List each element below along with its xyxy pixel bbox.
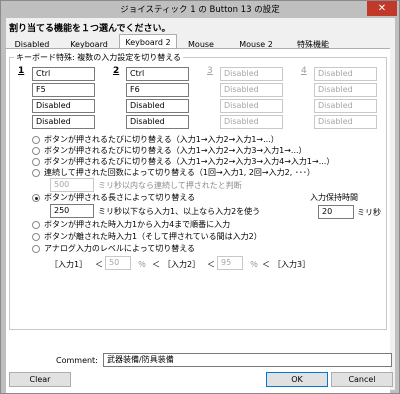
title-bar[interactable]: ジョイスティック 1 の Button 13 の設定 ✕: [1, 1, 399, 17]
analog-threshold-2-field: 95: [217, 256, 243, 270]
radio-cycle-4-label: ボタンが押されるたびに切り替える（入力1→入力2→入力3→入力4→入力1→...…: [44, 157, 335, 166]
press-length-ms-field[interactable]: 250: [50, 204, 94, 218]
press-length-ms-label: ミリ秒以下なら入力1、以上なら入力2を使う: [98, 207, 261, 216]
hold-time-unit: ミリ秒: [357, 208, 381, 217]
radio-press-count[interactable]: [32, 169, 40, 177]
input-2-key-1[interactable]: Ctrl: [126, 67, 189, 81]
comment-field[interactable]: 武器装備/防具装備: [103, 353, 392, 367]
input-4-key-2: Disabled: [314, 83, 377, 97]
analog-less-than-1: ＜: [95, 260, 103, 269]
radio-on-press-sequence[interactable]: [32, 221, 40, 229]
input-4-key-1: Disabled: [314, 67, 377, 81]
group-legend: キーボード特殊: 複数の入力設定を切り替える: [16, 53, 181, 62]
input-1-key-4[interactable]: Disabled: [32, 115, 95, 129]
cancel-button[interactable]: Cancel: [331, 372, 393, 387]
radio-on-release-label: ボタンが離された時入力1（そして押されている間は入力2）: [44, 232, 262, 241]
input-3-key-1: Disabled: [220, 67, 283, 81]
analog-input-1-label: ［入力1］: [50, 260, 88, 269]
tab-panel: キーボード特殊: 複数の入力設定を切り替える 1 Ctrl F5 Disable…: [6, 49, 390, 393]
input-2-key-2[interactable]: F6: [126, 83, 189, 97]
hold-time-label: 入力保持時間: [310, 193, 358, 202]
press-count-ms-label: ミリ秒以内なら連続して押されたと判断: [98, 181, 242, 190]
instruction-text: 割り当てる機能を１つ選んでください。: [9, 24, 171, 34]
radio-cycle-3[interactable]: [32, 147, 40, 155]
radio-analog-level[interactable]: [32, 245, 40, 253]
input-1-key-3[interactable]: Disabled: [32, 99, 95, 113]
analog-less-than-2: ＜: [152, 260, 160, 269]
radio-cycle-2-label: ボタンが押されるたびに切り替える（入力1→入力2→入力1→...）: [44, 135, 279, 144]
input-1-key-1[interactable]: Ctrl: [32, 67, 95, 81]
input-3-key-3: Disabled: [220, 99, 283, 113]
hold-time-field[interactable]: 20: [318, 205, 354, 219]
radio-cycle-3-label: ボタンが押されるたびに切り替える（入力1→入力2→入力3→入力1→...）: [44, 146, 307, 155]
comment-label: Comment:: [56, 356, 98, 365]
input-2-number: 2: [113, 66, 120, 76]
radio-analog-level-label: アナログ入力のレベルによって切り替える: [44, 244, 195, 253]
analog-less-than-3: ＜: [207, 260, 215, 269]
input-4-key-3: Disabled: [314, 99, 377, 113]
radio-press-length[interactable]: [32, 194, 40, 202]
window-title: ジョイスティック 1 の Button 13 の設定: [120, 5, 280, 15]
input-4-number: 4: [301, 66, 307, 76]
dialog-window: ジョイスティック 1 の Button 13 の設定 ✕ 割り当てる機能を１つ選…: [0, 0, 400, 394]
ok-button[interactable]: OK: [266, 372, 328, 387]
close-button[interactable]: ✕: [367, 1, 397, 16]
analog-percent-2: ％: [250, 260, 258, 269]
analog-input-2-label: ［入力2］: [163, 260, 201, 269]
press-count-ms-field: 500: [50, 178, 94, 192]
input-1-number: 1: [18, 66, 25, 76]
input-3-key-4: Disabled: [220, 115, 283, 129]
input-1-key-2[interactable]: F5: [32, 83, 95, 97]
analog-input-3-label: ［入力3］: [273, 260, 311, 269]
clear-button[interactable]: Clear: [9, 372, 71, 387]
input-3-number: 3: [207, 66, 213, 76]
radio-on-press-sequence-label: ボタンが押された時入力1から入力4まで順番に入力: [44, 220, 231, 229]
radio-on-release[interactable]: [32, 233, 40, 241]
input-2-key-4[interactable]: Disabled: [126, 115, 189, 129]
input-2-key-3[interactable]: Disabled: [126, 99, 189, 113]
analog-less-than-4: ＜: [262, 260, 270, 269]
analog-threshold-1-field: 50: [105, 256, 131, 270]
input-3-key-2: Disabled: [220, 83, 283, 97]
radio-press-count-label: 連続して押された回数によって切り替える（1回→入力1, 2回→入力2, ･･･）: [44, 168, 315, 177]
radio-press-length-label: ボタンが押される長さによって切り替える: [44, 193, 196, 202]
radio-cycle-2[interactable]: [32, 136, 40, 144]
input-4-key-4: Disabled: [314, 115, 377, 129]
radio-cycle-4[interactable]: [32, 158, 40, 166]
analog-percent-1: ％: [138, 260, 146, 269]
